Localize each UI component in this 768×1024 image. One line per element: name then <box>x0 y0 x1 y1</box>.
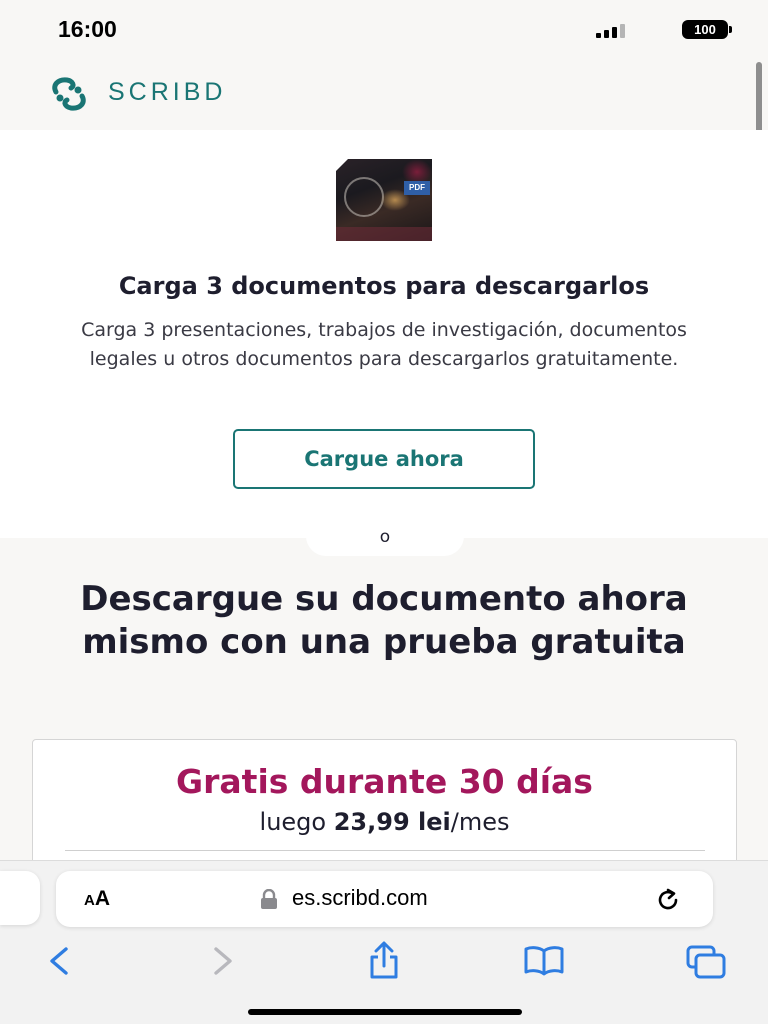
url-text[interactable]: es.scribd.com <box>292 885 428 911</box>
plan-price: luego 23,99 lei/mes <box>33 808 736 836</box>
forward-icon[interactable] <box>204 941 244 981</box>
bookmarks-icon[interactable] <box>524 941 564 981</box>
battery-icon: 100 <box>682 20 732 39</box>
status-time: 16:00 <box>58 16 117 42</box>
upload-title: Carga 3 documentos para descargarlos <box>118 272 650 300</box>
previous-tab-edge[interactable] <box>0 871 40 925</box>
plan-price-amount: 23,99 lei <box>333 808 451 836</box>
plan-free-period: Gratis durante 30 días <box>176 762 593 801</box>
safari-toolbar: AA es.scribd.com <box>0 860 768 1024</box>
address-bar[interactable]: AA es.scribd.com <box>56 871 713 927</box>
plan-price-suffix: /mes <box>450 808 510 836</box>
upload-description: Carga 3 presentaciones, trabajos de inve… <box>81 319 687 370</box>
home-indicator <box>248 1009 522 1015</box>
site-header: SCRIBD <box>0 60 768 130</box>
trial-heading: Descargue su documento ahora mismo con u… <box>80 579 688 662</box>
signal-icon <box>596 22 630 38</box>
status-bar: 16:00 100 <box>0 0 768 60</box>
upload-card: PDF Carga 3 documentos para descargarlos… <box>0 130 768 538</box>
back-icon[interactable] <box>38 941 78 981</box>
scribd-logo-icon[interactable] <box>48 76 90 112</box>
scribd-logo-text[interactable]: SCRIBD <box>108 78 226 107</box>
reader-aa-button[interactable]: AA <box>84 887 110 911</box>
reload-icon[interactable] <box>654 886 682 914</box>
pdf-badge: PDF <box>404 181 430 195</box>
upload-now-button[interactable]: Cargue ahora <box>233 429 535 489</box>
or-divider: o <box>306 518 464 556</box>
plan-divider <box>65 850 705 851</box>
tabs-icon[interactable] <box>686 941 726 981</box>
lock-icon <box>261 889 277 909</box>
document-thumbnail <box>336 159 432 241</box>
plan-price-prefix: luego <box>259 808 334 836</box>
share-icon[interactable] <box>364 941 404 981</box>
